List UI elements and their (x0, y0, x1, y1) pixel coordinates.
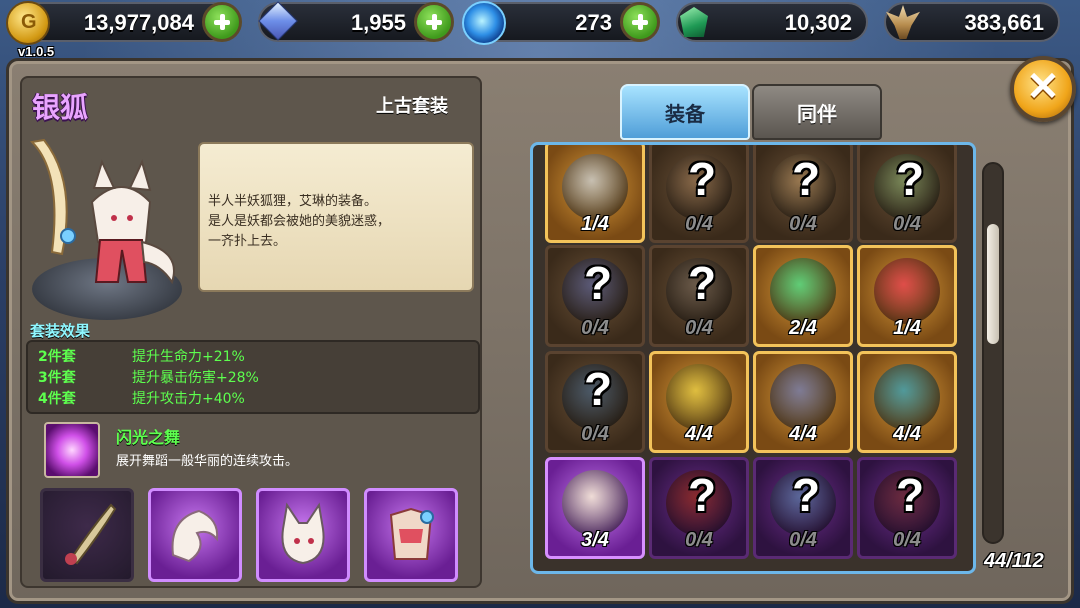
version-label: v1.0.5 (18, 44, 55, 59)
bonus-effect: 提升攻击力+40% (132, 391, 245, 407)
close-icon: ✕ (1026, 65, 1060, 109)
equipment-set-cell[interactable]: ? 0/4 (649, 145, 749, 243)
set-description: 半人半妖狐狸，艾琳的装备。 是人是妖都会被她的美貌迷惑， 一齐扑上去。 (208, 194, 391, 249)
gem-counter: 1,955 (258, 2, 454, 42)
collection-progress: 0/4 (789, 213, 817, 235)
collection-progress: 1/4 (581, 213, 609, 235)
fox-head-icon (281, 502, 325, 565)
equipment-set-cell[interactable]: ? 0/4 (857, 457, 957, 559)
skill-icon[interactable] (44, 422, 100, 478)
jade-value: 10,302 (784, 10, 852, 35)
equipment-set-cell[interactable]: 4/4 (857, 351, 957, 453)
collection-progress: 4/4 (893, 423, 921, 445)
set-type: 上古套装 (376, 96, 448, 117)
equipment-portrait (874, 258, 940, 324)
equipment-portrait (562, 470, 628, 536)
locked-question-icon: ? (896, 153, 925, 205)
set-name: 银狐 (32, 91, 89, 124)
crest-counter: 383,661 (884, 2, 1060, 42)
locked-question-icon: ? (688, 257, 717, 309)
locked-question-icon: ? (792, 153, 821, 205)
bonus-effect: 提升暴击伤害+28% (132, 370, 259, 386)
equipment-portrait (562, 154, 628, 220)
collection-progress: 0/4 (581, 317, 609, 339)
tab-equipment[interactable]: 装备 (620, 84, 750, 140)
locked-question-icon: ? (688, 469, 717, 521)
orb-value: 273 (575, 10, 612, 35)
equipment-set-cell[interactable]: 4/4 (753, 351, 853, 453)
skill-description: 展开舞蹈一般华丽的连续攻击。 (116, 454, 299, 469)
collection-progress: 1/4 (893, 317, 921, 339)
equipment-set-cell[interactable]: 1/4 (545, 145, 645, 243)
bonus-count: 2件套 (38, 349, 76, 365)
scrollbar-thumb[interactable] (987, 224, 999, 344)
gold-coin-icon: G (6, 1, 50, 45)
equipment-set-cell[interactable]: ? 0/4 (857, 145, 957, 243)
set-bonus-title: 套装效果 (30, 322, 91, 340)
collection-progress: 0/4 (685, 317, 713, 339)
fox-tail-icon (171, 509, 219, 563)
locked-question-icon: ? (688, 153, 717, 205)
equipment-set-cell[interactable]: 3/4 (545, 457, 645, 559)
add-gem-button[interactable] (414, 2, 454, 42)
set-piece-armor[interactable] (364, 488, 458, 582)
grid-scrollbar[interactable] (982, 162, 1004, 544)
locked-question-icon: ? (584, 257, 613, 309)
collection-progress: 0/4 (685, 529, 713, 551)
equipment-set-cell[interactable]: ? 0/4 (545, 351, 645, 453)
close-button[interactable]: ✕ (1010, 56, 1076, 122)
collection-progress: 0/4 (581, 423, 609, 445)
equipment-set-cell[interactable]: ? 0/4 (545, 245, 645, 347)
collection-progress: 0/4 (893, 213, 921, 235)
gold-value: 13,977,084 (83, 10, 194, 35)
set-bonus-list: 2件套 提升生命力+21% 3件套 提升暴击伤害+28% 4件套 提升攻击力+4… (26, 340, 480, 414)
equipment-set-cell[interactable]: ? 0/4 (649, 457, 749, 559)
collection-progress: 0/4 (685, 213, 713, 235)
set-piece-head[interactable] (256, 488, 350, 582)
tab-companion[interactable]: 同伴 (752, 84, 882, 140)
add-orb-button[interactable] (620, 2, 660, 42)
jade-counter: 10,302 (676, 2, 868, 42)
jade-icon (672, 1, 716, 45)
character-portrait (29, 138, 175, 285)
equipment-set-cell[interactable]: ? 0/4 (649, 245, 749, 347)
equipment-set-cell[interactable]: 1/4 (857, 245, 957, 347)
set-piece-tail[interactable] (148, 488, 242, 582)
set-piece-weapon[interactable] (40, 488, 134, 582)
equipment-portrait (770, 364, 836, 430)
locked-question-icon: ? (896, 469, 925, 521)
collection-progress: 2/4 (789, 317, 817, 339)
equipment-set-cell[interactable]: ? 0/4 (753, 145, 853, 243)
collection-progress: 4/4 (685, 423, 713, 445)
crest-icon (880, 1, 924, 45)
set-description-box: 半人半妖狐狸，艾琳的装备。 是人是妖都会被她的美貌迷惑， 一齐扑上去。 (198, 142, 474, 292)
collection-counter: 44/112 (984, 550, 1044, 572)
bonus-count: 3件套 (38, 370, 76, 386)
sword-icon (65, 503, 117, 565)
equipment-set-cell[interactable]: 4/4 (649, 351, 749, 453)
crest-value: 383,661 (964, 10, 1044, 35)
collection-progress: 3/4 (581, 529, 609, 551)
equipment-set-grid: 1/4? 0/4? 0/4? 0/4? 0/4? 0/4 2/4 1/4? 0/4 4/4 4/4 4… (530, 142, 976, 574)
orb-counter: 273 (462, 1, 660, 45)
gem-value: 1,955 (350, 10, 406, 35)
gem-icon (254, 1, 298, 45)
energy-orb-icon (462, 1, 506, 45)
collection-progress: 0/4 (893, 529, 921, 551)
locked-question-icon: ? (584, 363, 613, 415)
equipment-portrait (666, 364, 732, 430)
equipment-set-cell[interactable]: 2/4 (753, 245, 853, 347)
equipment-portrait (874, 364, 940, 430)
armor-icon (389, 507, 434, 560)
gold-counter: G 13,977,084 (6, 1, 242, 45)
bonus-count: 4件套 (38, 391, 76, 407)
collection-progress: 0/4 (789, 529, 817, 551)
locked-question-icon: ? (792, 469, 821, 521)
equipment-set-cell[interactable]: ? 0/4 (753, 457, 853, 559)
add-gold-button[interactable] (202, 2, 242, 42)
bonus-effect: 提升生命力+21% (132, 349, 245, 365)
equipment-portrait (770, 258, 836, 324)
skill-name: 闪光之舞 (116, 428, 181, 447)
collection-progress: 4/4 (789, 423, 817, 445)
